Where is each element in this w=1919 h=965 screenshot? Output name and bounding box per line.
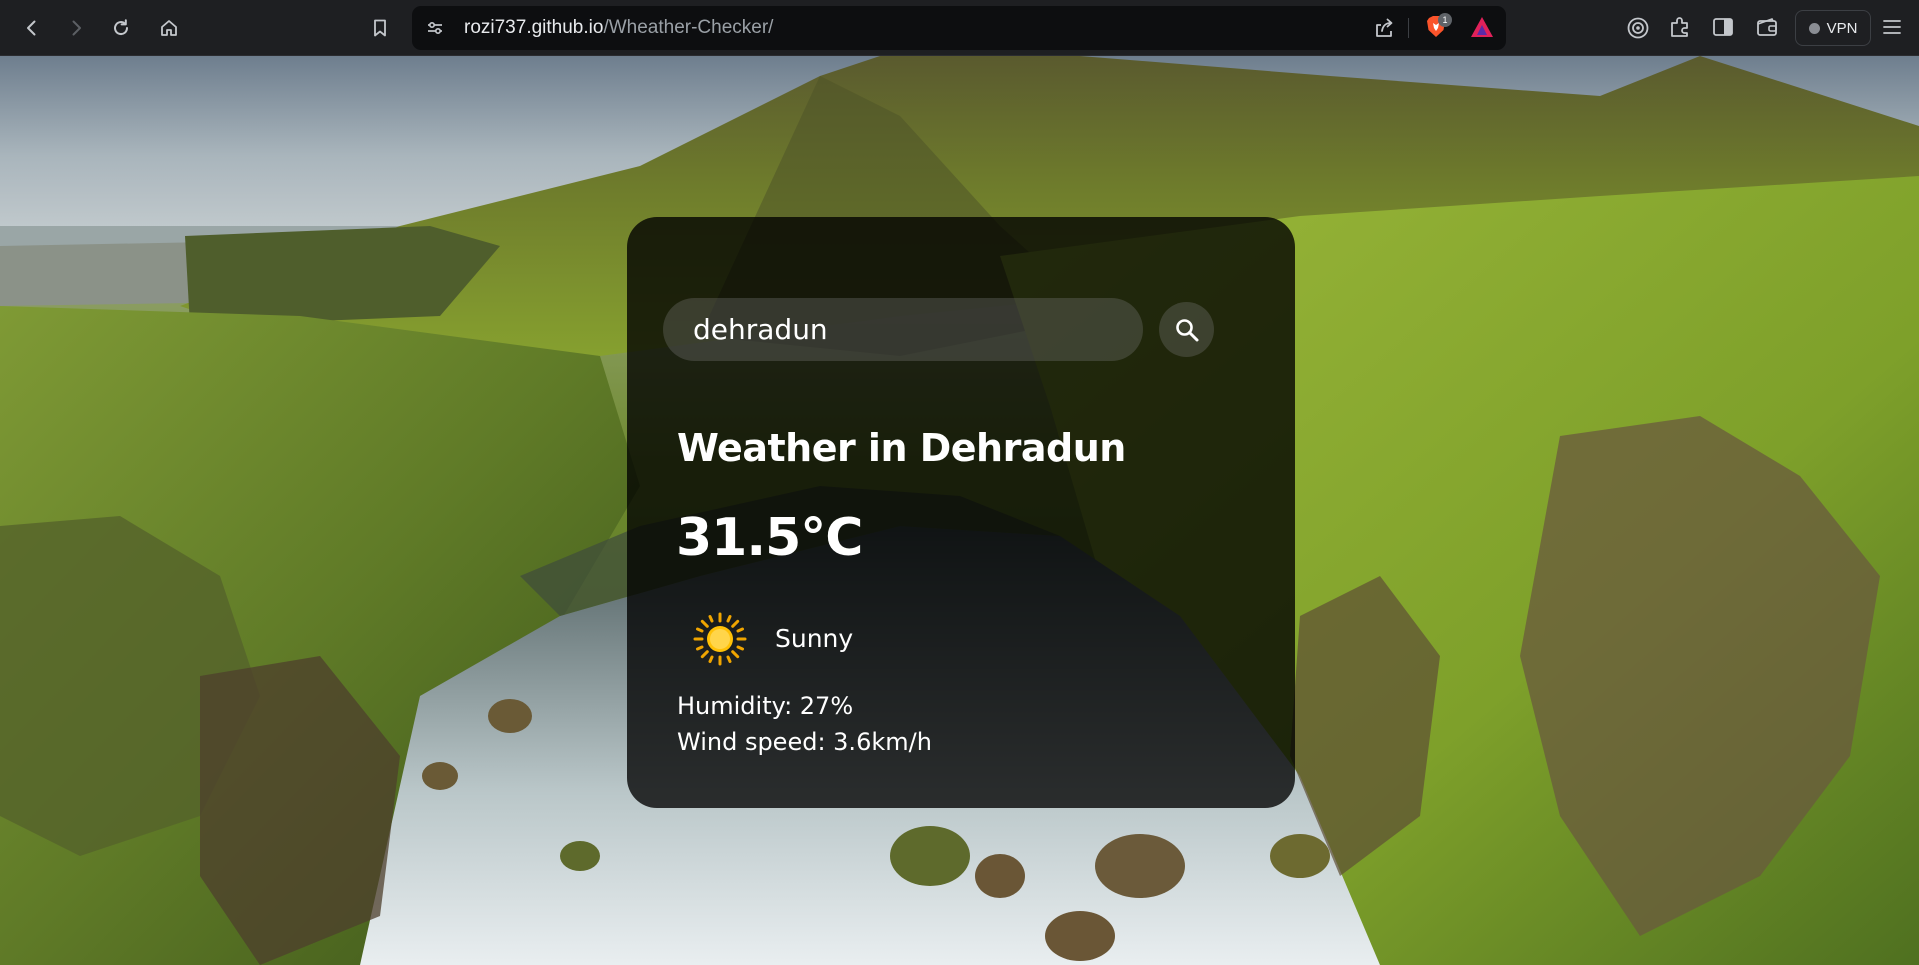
search-button[interactable] [1159,302,1214,357]
extensions-icon[interactable] [1668,15,1692,39]
weather-card: Weather in Dehradun 31.5°C [627,217,1295,808]
omnibox-divider [1408,18,1409,38]
forward-button[interactable] [60,12,92,44]
back-icon [27,20,36,36]
wallet-icon[interactable] [1756,16,1778,38]
shields-count-badge: 1 [1438,13,1452,27]
home-button[interactable] [153,12,185,44]
url-text[interactable]: rozi737.github.io/Wheather-Checker/ [464,6,773,50]
vpn-label: VPN [1826,19,1858,37]
back-button[interactable] [16,12,48,44]
address-bar[interactable]: rozi737.github.io/Wheather-Checker/ [412,6,1506,50]
url-host: rozi737.github.io [464,17,604,38]
weather-description: Sunny [775,624,854,653]
bookmark-button[interactable] [364,12,396,44]
menu-icon[interactable] [1882,17,1902,37]
humidity-value: Humidity: 27% [677,692,854,720]
sun-icon [693,612,747,666]
search-icon [1175,318,1198,341]
bookmark-icon [374,19,386,37]
reload-icon [114,19,129,36]
city-heading: Weather in Dehradun [677,426,1126,470]
temperature-value: 31.5°C [676,508,863,568]
vpn-status-dot [1808,22,1820,34]
reload-button[interactable] [105,12,137,44]
browser-toolbar: rozi737.github.io/Wheather-Checker/ 1 VP… [0,0,1919,56]
brave-rewards-icon[interactable] [1470,16,1494,38]
share-icon[interactable] [1372,16,1396,40]
vpn-button[interactable]: VPN [1795,10,1871,46]
page-viewport: Weather in Dehradun 31.5°C [0,56,1919,965]
city-search-input[interactable] [663,298,1143,361]
leo-ai-icon[interactable] [1626,16,1650,40]
url-path: /Wheather-Checker/ [603,17,774,38]
home-icon [161,20,177,36]
forward-icon [72,20,81,36]
wind-speed-value: Wind speed: 3.6km/h [677,728,932,756]
site-settings-icon[interactable] [425,18,445,38]
sidebar-icon[interactable] [1712,16,1734,38]
